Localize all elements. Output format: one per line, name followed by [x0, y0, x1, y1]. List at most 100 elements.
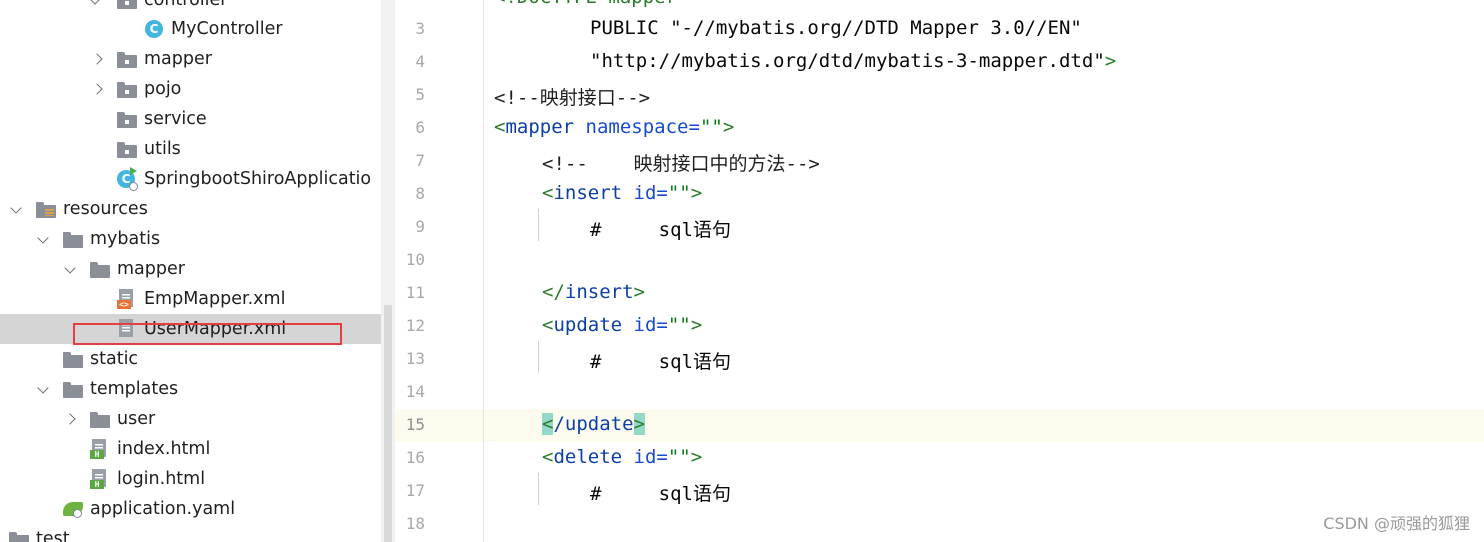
- code-line-15: </update>: [542, 413, 645, 435]
- folder-icon: [90, 262, 110, 278]
- tree-item-application-yaml[interactable]: application.yaml: [0, 494, 381, 524]
- tree-item-label: mapper: [117, 259, 185, 279]
- line-number: 18: [405, 514, 425, 533]
- indent-guide: [538, 209, 539, 241]
- tree-item-mapper-resources[interactable]: mapper: [0, 254, 381, 284]
- project-tree: controller C MyController mapper pojo se…: [0, 0, 381, 542]
- tree-item-label: controller: [144, 0, 228, 10]
- line-number: 16: [405, 448, 425, 467]
- folder-icon: [9, 532, 29, 542]
- html-file-icon: H: [90, 469, 108, 489]
- tree-item-label: pojo: [144, 79, 182, 99]
- folder-icon: [63, 232, 83, 248]
- code-line-17: # sql语句: [590, 483, 731, 505]
- line-number: 3: [415, 19, 425, 38]
- chevron-down-icon[interactable]: [63, 254, 79, 284]
- chevron-right-icon[interactable]: [65, 404, 81, 434]
- code-line-7: <!-- 映射接口中的方法-->: [542, 153, 820, 175]
- play-badge-icon: [130, 167, 137, 175]
- line-number: 13: [405, 349, 425, 368]
- tree-item-controller[interactable]: controller: [0, 0, 381, 15]
- tree-item-mybatis[interactable]: mybatis: [0, 224, 381, 254]
- tree-item-index-html[interactable]: H index.html: [0, 434, 381, 464]
- line-number: 7: [415, 151, 425, 170]
- tree-item-springboot-application[interactable]: C SpringbootShiroApplicatio: [0, 164, 381, 194]
- line-number: 4: [415, 52, 425, 71]
- tree-scrollbar[interactable]: [381, 0, 395, 542]
- settings-badge-icon: [73, 509, 82, 518]
- chevron-right-icon[interactable]: [92, 44, 108, 74]
- tree-item-mycontroller[interactable]: C MyController: [0, 14, 381, 44]
- chevron-right-icon[interactable]: [92, 74, 108, 104]
- tree-item-label: test: [36, 529, 70, 542]
- folder-icon: [90, 412, 110, 428]
- tree-item-user[interactable]: user: [0, 404, 381, 434]
- chevron-down-icon[interactable]: [36, 224, 52, 254]
- tree-item-label: mapper: [144, 49, 212, 69]
- tree-item-label: mybatis: [90, 229, 161, 249]
- tree-item-label: templates: [90, 379, 179, 399]
- xml-file-icon: <>: [117, 289, 135, 309]
- line-number: 12: [405, 316, 425, 335]
- tree-item-templates[interactable]: templates: [0, 374, 381, 404]
- html-file-icon: H: [90, 439, 108, 459]
- folder-icon: [117, 82, 137, 98]
- line-number-current: 15: [405, 415, 425, 434]
- tree-item-label: utils: [144, 139, 181, 159]
- tree-item-label: static: [90, 349, 139, 369]
- tree-item-label: resources: [63, 199, 148, 219]
- tree-item-label: SpringbootShiroApplicatio: [144, 169, 372, 189]
- run-badge-icon: [129, 182, 138, 191]
- tree-item-test[interactable]: test: [0, 524, 381, 542]
- tree-item-label: application.yaml: [90, 499, 236, 519]
- line-number: 5: [415, 85, 425, 104]
- folder-icon: [63, 382, 83, 398]
- folder-icon: [117, 112, 137, 128]
- tree-scroll-thumb[interactable]: [384, 305, 392, 542]
- line-number: 6: [415, 118, 425, 137]
- tree-item-mapper[interactable]: mapper: [0, 44, 381, 74]
- code-line-5: <!--映射接口-->: [494, 87, 651, 109]
- tree-item-pojo[interactable]: pojo: [0, 74, 381, 104]
- tree-item-empmapper-xml[interactable]: <> EmpMapper.xml: [0, 284, 381, 314]
- indent-guide: [538, 473, 539, 505]
- tree-item-static[interactable]: static: [0, 344, 381, 374]
- tree-item-utils[interactable]: utils: [0, 134, 381, 164]
- tree-item-label: index.html: [117, 439, 211, 459]
- bracket-match-close: >: [633, 413, 645, 435]
- tree-item-login-html[interactable]: H login.html: [0, 464, 381, 494]
- folder-icon: [117, 0, 137, 9]
- class-icon: C: [145, 20, 163, 38]
- chevron-down-icon[interactable]: [9, 194, 25, 224]
- code-line-12: <update id="">: [542, 314, 703, 336]
- code-editor[interactable]: <!DOCTYPE mapper PUBLIC "-//mybatis.org/…: [484, 0, 1484, 542]
- folder-icon: [117, 142, 137, 158]
- chevron-down-icon[interactable]: [88, 0, 104, 15]
- highlight-annotation-box: [73, 323, 342, 345]
- csdn-watermark: CSDN @顽强的狐狸: [1323, 514, 1470, 533]
- tree-item-label: MyController: [171, 19, 283, 39]
- code-line-6: <mapper namespace="">: [494, 116, 735, 138]
- tree-item-service[interactable]: service: [0, 104, 381, 134]
- line-number: 8: [415, 184, 425, 203]
- code-line-13: # sql语句: [590, 351, 731, 373]
- code-line-2: <!DOCTYPE mapper: [494, 0, 677, 8]
- line-number: 9: [415, 217, 425, 236]
- folder-icon: [63, 352, 83, 368]
- indent-guide: [538, 341, 539, 373]
- code-line-8: <insert id="">: [542, 182, 703, 204]
- tree-item-label: user: [117, 409, 156, 429]
- tree-item-label: EmpMapper.xml: [144, 289, 286, 309]
- line-number: 10: [405, 250, 425, 269]
- tree-item-label: login.html: [117, 469, 206, 489]
- line-number-gutter: 3 4 5 6 7 8 9 10 11 12 13 14 15 16 17 18: [395, 0, 484, 542]
- code-line-16: <delete id="">: [542, 446, 703, 468]
- tree-item-resources[interactable]: resources: [0, 194, 381, 224]
- folder-icon: [117, 52, 137, 68]
- code-line-9: # sql语句: [590, 219, 731, 241]
- code-line-4: "http://mybatis.org/dtd/mybatis-3-mapper…: [590, 50, 1117, 72]
- chevron-down-icon[interactable]: [36, 374, 52, 404]
- line-number: 14: [405, 382, 425, 401]
- tree-item-label: service: [144, 109, 207, 129]
- line-number: 17: [405, 481, 425, 500]
